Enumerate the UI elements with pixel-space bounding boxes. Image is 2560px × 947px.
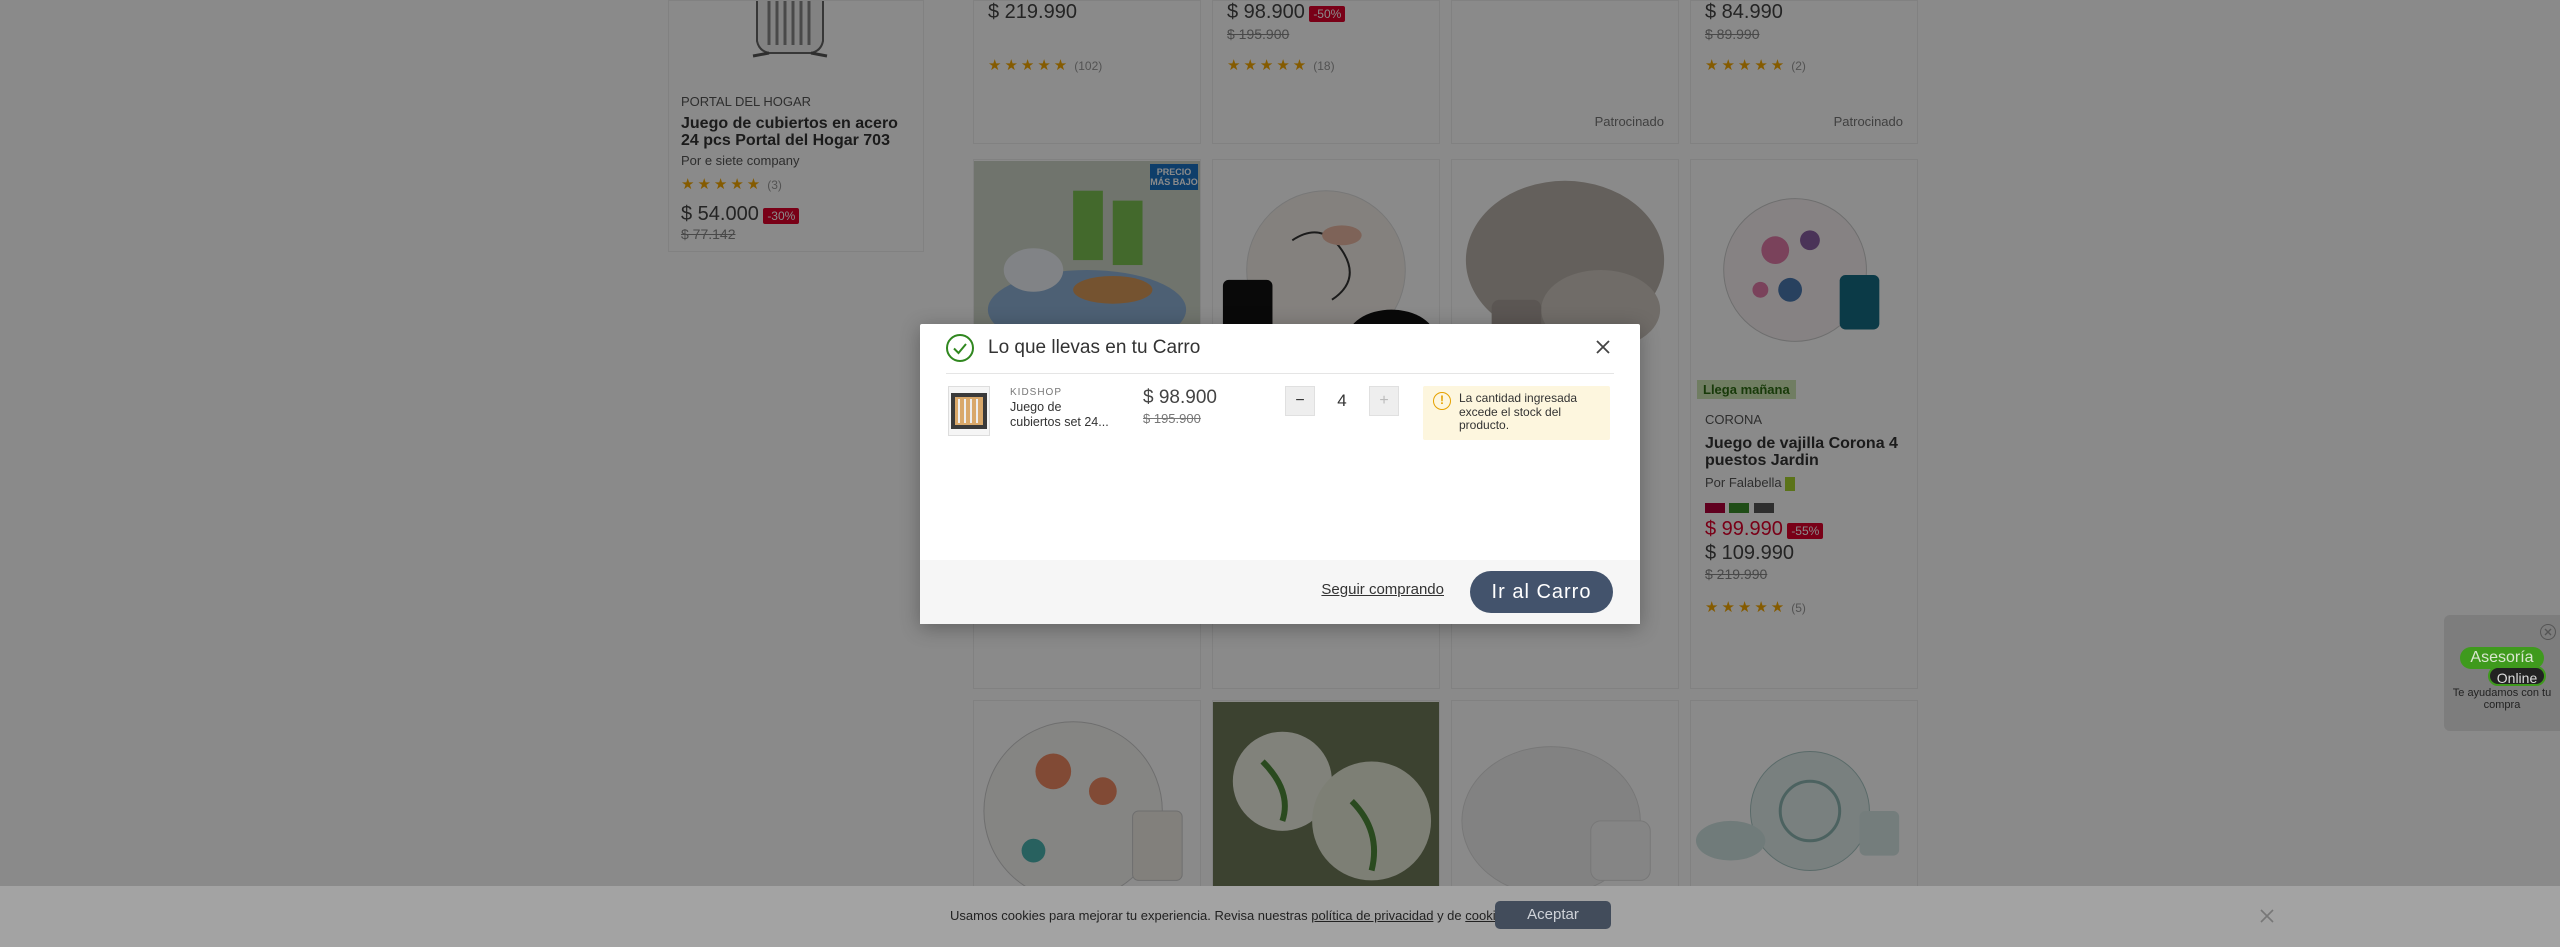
cookie-banner: Usamos cookies para mejorar tu experienc… <box>0 886 2560 947</box>
cart-item-name: Juego de cubiertos set 24... <box>1010 400 1109 429</box>
continue-shopping-link[interactable]: Seguir comprando <box>1321 581 1444 598</box>
chat-label-line2: Online <box>2488 666 2546 686</box>
close-icon[interactable] <box>2540 624 2556 640</box>
cart-item-brand: KIDSHOP <box>1010 387 1063 398</box>
quantity-value: 4 <box>1337 391 1347 410</box>
cookie-text: Usamos cookies para mejorar tu experienc… <box>950 908 1308 923</box>
online-help-widget[interactable]: Asesoría Online Te ayudamos con tu compr… <box>2444 615 2560 731</box>
privacy-policy-link[interactable]: política de privacidad <box>1311 908 1433 923</box>
check-icon <box>946 334 974 362</box>
modal-header: Lo que llevas en tu Carro <box>946 324 1614 374</box>
close-icon[interactable] <box>1592 336 1614 358</box>
quantity-decrease-button[interactable]: − <box>1285 386 1315 416</box>
modal-footer: Seguir comprando Ir al Carro <box>920 560 1640 624</box>
warning-icon: ! <box>1433 392 1451 410</box>
stock-warning: ! La cantidad ingresada excede el stock … <box>1423 386 1610 440</box>
cookie-message: Usamos cookies para mejorar tu experienc… <box>950 908 1513 923</box>
accept-cookies-button[interactable]: Aceptar <box>1495 901 1611 929</box>
go-to-cart-button[interactable]: Ir al Carro <box>1470 571 1613 613</box>
cookie-conjunction: y de <box>1437 908 1462 923</box>
chat-subtext: Te ayudamos con tu compra <box>2452 687 2552 711</box>
cart-modal: Lo que llevas en tu Carro KIDSHOP Juego … <box>920 324 1640 624</box>
cart-item-price: $ 98.900 <box>1143 387 1217 408</box>
cart-item-old-price: $ 195.900 <box>1143 411 1201 426</box>
warning-text: La cantidad ingresada excede el stock de… <box>1459 391 1578 432</box>
modal-title: Lo que llevas en tu Carro <box>988 337 1201 358</box>
quantity-increase-button[interactable]: + <box>1369 386 1399 416</box>
close-icon[interactable] <box>2259 908 2275 924</box>
cart-item-thumbnail <box>948 386 990 436</box>
